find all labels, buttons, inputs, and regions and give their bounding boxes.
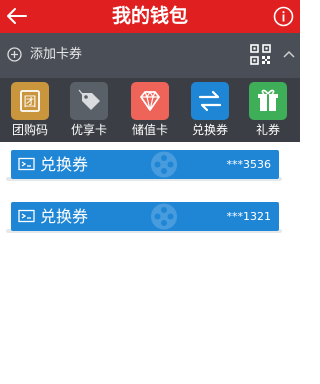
- exchange-arrows-icon: [198, 90, 222, 112]
- stored-value-card-tile[interactable]: [131, 82, 169, 120]
- category-label-premium-card: 优享卡: [70, 123, 107, 137]
- coupon-name: 兑换券: [40, 207, 89, 226]
- category-gift-voucher[interactable]: 礼券: [239, 82, 297, 140]
- coupon-number: ***1321: [226, 210, 272, 223]
- qr-code-icon[interactable]: [250, 44, 271, 65]
- coupon-number: ***3536: [226, 158, 272, 171]
- ticket-icon: [18, 209, 35, 223]
- category-group-buy[interactable]: 团 团购码: [1, 82, 59, 140]
- category-label-stored-value-card: 储值卡: [131, 123, 168, 137]
- gift-icon: [258, 89, 278, 111]
- reel-watermark-icon: [151, 203, 177, 230]
- category-label-exchange-coupon: 兑换券: [191, 123, 228, 137]
- group-buy-tile[interactable]: 团: [11, 82, 49, 120]
- group-buy-icon: 团: [20, 90, 40, 112]
- category-label-gift-voucher: 礼券: [255, 123, 280, 137]
- add-card-label[interactable]: 添加卡券: [30, 46, 82, 64]
- svg-text:团: 团: [23, 95, 36, 110]
- gift-voucher-tile[interactable]: [249, 82, 287, 120]
- ticket-icon: [18, 157, 35, 171]
- page-title: 我的钱包: [111, 5, 188, 27]
- reel-watermark-icon: [151, 151, 177, 178]
- premium-card-tile[interactable]: [70, 82, 108, 120]
- category-premium-card[interactable]: 优享卡: [60, 82, 118, 140]
- info-icon[interactable]: [273, 6, 294, 27]
- category-exchange-coupon[interactable]: 兑换券: [181, 82, 239, 140]
- coupon-card[interactable]: 兑换券 ***3536: [11, 150, 279, 179]
- category-label-group-buy: 团购码: [11, 123, 48, 137]
- tag-card-icon: [78, 89, 100, 110]
- category-stored-value-card[interactable]: 储值卡: [121, 82, 179, 140]
- coupon-name: 兑换券: [40, 155, 89, 174]
- coupon-card[interactable]: 兑换券 ***1321: [11, 202, 279, 231]
- chevron-up-icon[interactable]: [283, 50, 295, 58]
- diamond-icon: [140, 90, 160, 111]
- add-circle-icon[interactable]: [7, 47, 22, 62]
- exchange-coupon-tile[interactable]: [191, 82, 229, 120]
